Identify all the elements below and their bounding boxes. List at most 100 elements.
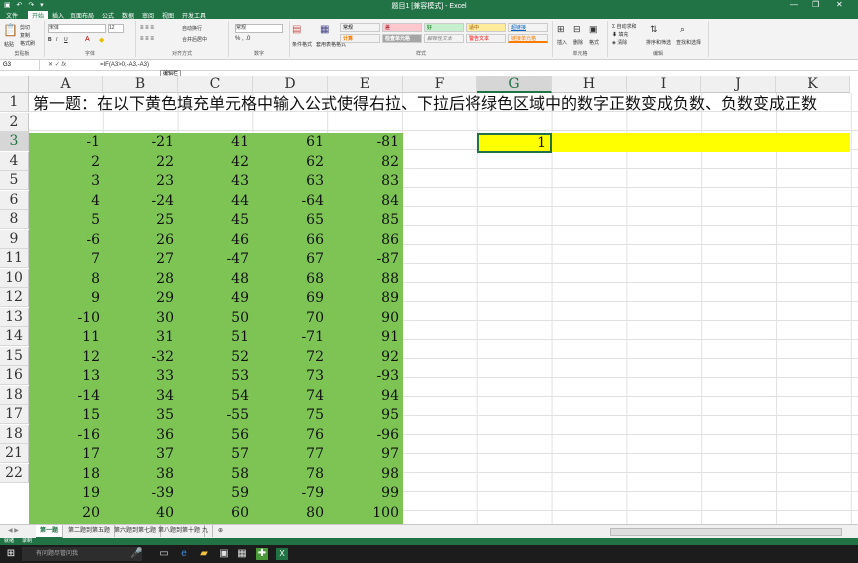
paste-button[interactable]: 粘贴 [4,41,14,48]
data-cell[interactable]: 42 [178,153,253,172]
row-header[interactable]: 18 [0,385,29,405]
close-button[interactable]: ✕ [836,0,843,9]
number-format-icons[interactable]: % , .0 [235,36,250,42]
data-cell[interactable]: 94 [328,387,403,406]
copy-button[interactable]: 复制 [20,32,30,39]
formula-input[interactable]: =IF(A3>0,-A3,-A3) [100,60,149,70]
data-cell[interactable]: 34 [103,387,178,406]
data-cell[interactable]: -21 [103,133,178,152]
data-cell[interactable]: 86 [328,231,403,250]
row-header[interactable]: 8 [0,210,29,229]
data-cell[interactable]: 62 [253,153,328,172]
style-check-cell[interactable]: 检查单元格 [382,34,422,43]
data-cell[interactable]: -55 [178,406,253,425]
data-cell[interactable]: 5 [29,211,104,230]
data-cell[interactable]: 29 [103,289,178,308]
data-cell[interactable]: 91 [328,328,403,347]
format-cells-icon[interactable]: ▣ [589,24,598,35]
row-header[interactable]: 18 [0,424,29,444]
fill-color-icon[interactable]: ◆ [99,36,104,44]
row-header[interactable]: 9 [0,229,29,249]
cut-button[interactable]: 剪切 [20,24,30,31]
data-cell[interactable]: 11 [29,328,104,347]
windows-icon[interactable]: ⊞ [5,548,17,560]
column-header-g[interactable]: G [477,76,552,93]
delete-cells-icon[interactable]: ⊟ [573,24,581,35]
data-cell[interactable]: -79 [253,484,328,503]
font-color-icon[interactable]: A [85,36,90,43]
style-good[interactable]: 好 [424,23,464,32]
sheet-nav-arrows[interactable]: ◀ ▶ [4,525,23,537]
data-cell[interactable]: -6 [29,231,104,250]
column-header-e[interactable]: E [328,76,403,93]
row-header[interactable]: 15 [0,346,29,366]
data-cell[interactable]: 95 [328,406,403,425]
style-calculation[interactable]: 计算 [340,34,380,43]
data-cell[interactable]: 78 [253,465,328,484]
data-cell[interactable]: 50 [178,309,253,328]
format-table-icon[interactable]: ▦ [320,24,329,35]
data-cell[interactable]: 80 [253,504,328,523]
data-cell[interactable]: 46 [178,231,253,250]
row-header[interactable]: 3 [0,132,29,151]
align-icons-row2[interactable]: ≡ ≡ ≡ [140,36,154,42]
data-cell[interactable]: 77 [253,445,328,464]
data-cell[interactable]: 82 [328,153,403,172]
data-cell[interactable]: 26 [103,231,178,250]
underline-button[interactable]: U [64,37,68,43]
style-warning[interactable]: 警告文本 [466,34,506,43]
data-cell[interactable]: 70 [253,309,328,328]
data-cell[interactable]: -93 [328,367,403,386]
data-cell[interactable]: -87 [328,250,403,269]
data-cell[interactable]: -96 [328,426,403,445]
row-header[interactable]: 21 [0,444,29,463]
data-cell[interactable]: 83 [328,172,403,191]
find-select-icon[interactable]: ⌕ [680,24,685,35]
fill-button[interactable]: ⬇ 填充 [612,31,628,38]
data-cell[interactable]: 43 [178,172,253,191]
sort-filter-button[interactable]: 排序和筛选 [646,39,671,46]
font-size-select[interactable]: 12 [108,24,124,33]
align-icons[interactable]: ≡ ≡ ≡ [140,25,154,31]
data-cell[interactable]: 100 [328,504,403,523]
data-cell[interactable]: 76 [253,426,328,445]
data-cell[interactable]: -81 [328,133,403,152]
data-cell[interactable]: 68 [253,270,328,289]
number-format-select[interactable]: 常规 [235,24,283,33]
font-name-select[interactable]: 宋体 [48,24,106,33]
data-cell[interactable]: 53 [178,367,253,386]
data-cell[interactable]: -71 [253,328,328,347]
data-cell[interactable]: 98 [328,465,403,484]
data-cell[interactable]: 59 [178,484,253,503]
data-cell[interactable]: 84 [328,192,403,211]
data-cell[interactable]: 17 [29,445,104,464]
data-cell[interactable]: 48 [178,270,253,289]
sheet-tab-1[interactable]: 第一题 [36,525,64,539]
data-cell[interactable]: 69 [253,289,328,308]
task-view-icon[interactable]: ▭ [158,548,170,560]
data-cell[interactable]: 9 [29,289,104,308]
app-icon[interactable]: ✚ [256,548,268,560]
data-cell[interactable]: 4 [29,192,104,211]
data-cell[interactable]: 54 [178,387,253,406]
edge-icon[interactable]: e [178,548,190,560]
clear-button[interactable]: ◈ 清除 [612,39,627,46]
row-header[interactable]: 11 [0,249,29,268]
insert-cells-button[interactable]: 插入 [557,39,567,46]
row-header[interactable]: 2 [0,112,29,132]
data-cell[interactable]: 88 [328,270,403,289]
data-cell[interactable]: 73 [253,367,328,386]
data-cell[interactable]: -64 [253,192,328,211]
data-cell[interactable]: 56 [178,426,253,445]
data-cell[interactable]: 65 [253,211,328,230]
row-header[interactable]: 14 [0,327,29,346]
autosum-button[interactable]: Σ 自动求和 [612,23,637,30]
data-cell[interactable]: 35 [103,406,178,425]
row-header[interactable]: 16 [0,366,29,385]
data-cell[interactable]: 3 [29,172,104,191]
data-cell[interactable]: 8 [29,270,104,289]
active-cell-g3[interactable]: 1 [477,133,552,153]
data-cell[interactable]: 89 [328,289,403,308]
row-header[interactable]: 12 [0,288,29,307]
column-header-k[interactable]: K [776,76,850,93]
